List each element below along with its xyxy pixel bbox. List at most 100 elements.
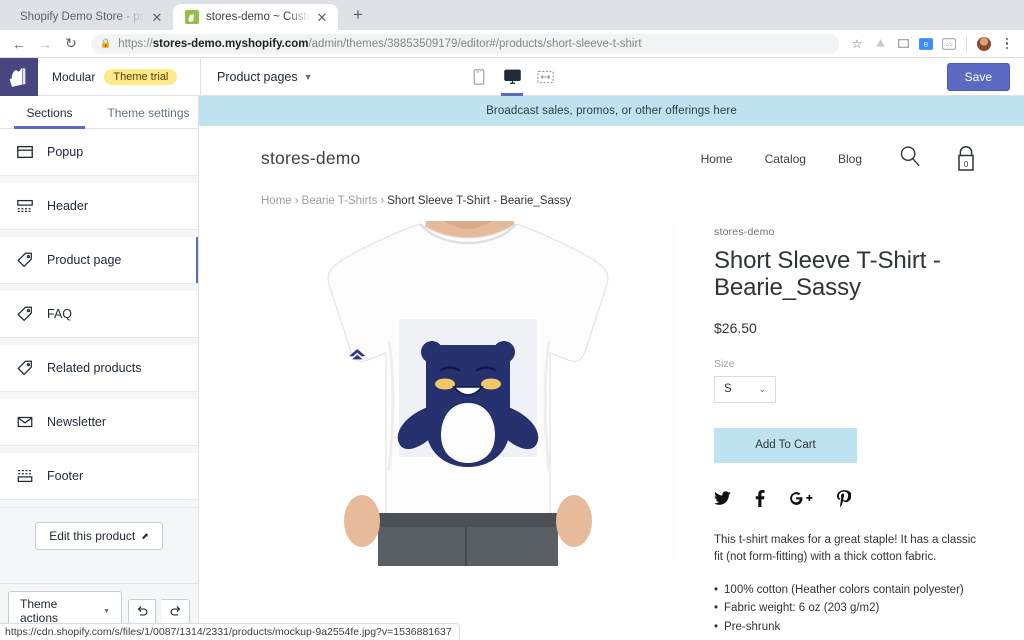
reload-button[interactable]: ↻ bbox=[58, 32, 84, 56]
list-item: 100% cotton (Heather colors contain poly… bbox=[714, 581, 978, 600]
kebab-menu-icon[interactable] bbox=[996, 33, 1018, 55]
toolbar-icon-group: ☆ B </> bbox=[846, 33, 1018, 55]
undo-button[interactable] bbox=[128, 598, 156, 624]
twitter-icon[interactable] bbox=[714, 491, 731, 511]
fullscreen-view-icon[interactable] bbox=[533, 58, 557, 96]
page-selector-label: Product pages bbox=[217, 69, 298, 84]
cart-icon[interactable]: 0 bbox=[954, 145, 978, 173]
cast-icon[interactable] bbox=[892, 33, 914, 55]
store-preview: Broadcast sales, promos, or other offeri… bbox=[199, 96, 1024, 638]
nav-link-blog[interactable]: Blog bbox=[838, 152, 862, 166]
add-to-cart-button[interactable]: Add To Cart bbox=[714, 427, 857, 463]
sections-list: Popup Header Product page FAQ Related pr… bbox=[0, 129, 198, 583]
avatar[interactable] bbox=[973, 33, 995, 55]
device-preview-group bbox=[467, 58, 557, 96]
product-thumbnails bbox=[261, 572, 676, 608]
forward-button[interactable]: → bbox=[32, 32, 58, 56]
tab-close-icon[interactable]: ✕ bbox=[149, 9, 165, 25]
desktop-view-icon[interactable] bbox=[500, 58, 524, 96]
product-description: This t-shirt makes for a great staple! I… bbox=[714, 533, 977, 563]
chevron-down-icon: ▼ bbox=[303, 71, 313, 82]
browser-toolbar: ← → ↻ 🔒 https://stores-demo.myshopify.co… bbox=[0, 30, 1024, 58]
edit-this-product-button[interactable]: Edit this product ⬈ bbox=[35, 522, 163, 550]
sidebar-item-footer[interactable]: Footer bbox=[0, 453, 198, 500]
caret-down-icon: ▼ bbox=[103, 607, 110, 615]
tag-icon bbox=[16, 251, 34, 269]
product-thumbnail[interactable] bbox=[371, 572, 471, 608]
breadcrumb-separator: › bbox=[294, 195, 299, 207]
status-bar-url: https://cdn.shopify.com/s/files/1/0087/1… bbox=[0, 623, 460, 640]
sidebar-item-label: Product page bbox=[47, 253, 122, 267]
pinterest-icon[interactable] bbox=[837, 489, 852, 512]
facebook-icon[interactable] bbox=[755, 489, 765, 512]
page-selector[interactable]: Product pages ▼ bbox=[201, 70, 329, 84]
theme-actions-label: Theme actions bbox=[20, 597, 59, 625]
browser-tab-2[interactable]: stores-demo ~ Customize ~ M ✕ bbox=[173, 4, 338, 30]
sidebar-tabs: Sections Theme settings bbox=[0, 96, 198, 129]
sidebar-item-label: Footer bbox=[47, 469, 84, 483]
product-layout: stores-demo Short Sleeve T-Shirt - Beari… bbox=[199, 207, 1024, 637]
store-block: Modular Theme trial bbox=[38, 57, 201, 96]
tab-close-icon[interactable]: ✕ bbox=[314, 9, 330, 25]
theme-trial-badge: Theme trial bbox=[104, 68, 178, 85]
tab-strip: Shopify Demo Store - print on ✕ stores-d… bbox=[0, 0, 1024, 30]
editor-body: Sections Theme settings Popup Header Pro… bbox=[0, 96, 1024, 638]
bookmark-star-icon[interactable]: ☆ bbox=[846, 33, 868, 55]
redo-button[interactable] bbox=[162, 598, 190, 624]
size-label: Size bbox=[714, 357, 735, 370]
tag-icon bbox=[16, 305, 34, 323]
mobile-view-icon[interactable] bbox=[467, 58, 491, 96]
tab-title: Shopify Demo Store - print on bbox=[20, 11, 145, 23]
sidebar-item-newsletter[interactable]: Newsletter bbox=[0, 399, 198, 446]
breadcrumb-home[interactable]: Home bbox=[261, 195, 292, 207]
edit-product-row: Edit this product ⬈ bbox=[0, 507, 198, 550]
url-domain: stores-demo.myshopify.com bbox=[152, 37, 309, 50]
size-value: S bbox=[724, 383, 732, 396]
nav-link-home[interactable]: Home bbox=[701, 152, 733, 166]
product-thumbnail[interactable] bbox=[261, 572, 361, 608]
edit-product-label: Edit this product bbox=[49, 529, 136, 543]
tag-icon bbox=[16, 359, 34, 377]
list-item: Pre-shrunk bbox=[714, 618, 978, 637]
address-bar[interactable]: 🔒 https://stores-demo.myshopify.com/admi… bbox=[91, 33, 839, 54]
size-select[interactable]: S ⌄ bbox=[714, 375, 776, 403]
breadcrumb-current: Short Sleeve T-Shirt - Bearie_Sassy bbox=[387, 195, 572, 207]
breadcrumb-collection[interactable]: Bearie T-Shirts bbox=[302, 195, 378, 207]
drive-icon[interactable] bbox=[869, 33, 891, 55]
header-icon bbox=[16, 197, 34, 215]
url-path: /admin/themes/38853509179/editor#/produc… bbox=[308, 37, 642, 50]
editor-sidebar: Sections Theme settings Popup Header Pro… bbox=[0, 96, 199, 638]
toolbar-divider bbox=[966, 36, 967, 51]
sidebar-item-label: Related products bbox=[47, 361, 142, 375]
url-scheme: https:// bbox=[118, 37, 153, 50]
back-button[interactable]: ← bbox=[6, 32, 32, 56]
tab-theme-settings[interactable]: Theme settings bbox=[99, 96, 198, 128]
sidebar-item-label: FAQ bbox=[47, 307, 73, 321]
save-button[interactable]: Save bbox=[946, 62, 1010, 91]
product-gallery bbox=[261, 221, 676, 637]
storefront-logo[interactable]: stores-demo bbox=[261, 148, 360, 169]
sidebar-item-faq[interactable]: FAQ bbox=[0, 291, 198, 338]
tab-sections[interactable]: Sections bbox=[0, 96, 99, 129]
sidebar-item-related-products[interactable]: Related products bbox=[0, 345, 198, 392]
sidebar-item-popup[interactable]: Popup bbox=[0, 129, 198, 176]
sidebar-item-label: Newsletter bbox=[47, 415, 107, 429]
code-icon[interactable]: </> bbox=[938, 33, 960, 55]
announcement-bar: Broadcast sales, promos, or other offeri… bbox=[199, 96, 1024, 126]
shopify-favicon bbox=[185, 10, 199, 24]
new-tab-button[interactable]: + bbox=[344, 1, 372, 29]
search-icon[interactable] bbox=[898, 144, 922, 173]
cart-count: 0 bbox=[963, 158, 969, 169]
bitwarden-icon[interactable]: B bbox=[915, 33, 937, 55]
breadcrumb: Home › Bearie T-Shirts › Short Sleeve T-Shir… bbox=[199, 189, 1024, 207]
external-link-icon: ⬈ bbox=[141, 530, 149, 541]
nav-link-catalog[interactable]: Catalog bbox=[765, 152, 806, 166]
google-plus-icon[interactable] bbox=[789, 491, 813, 511]
social-share-group bbox=[714, 489, 978, 512]
shopify-logo-icon[interactable] bbox=[0, 57, 38, 96]
product-main-image[interactable] bbox=[261, 221, 676, 566]
sidebar-item-header[interactable]: Header bbox=[0, 183, 198, 230]
sidebar-item-product-page[interactable]: Product page bbox=[0, 237, 198, 284]
product-info: stores-demo Short Sleeve T-Shirt - Beari… bbox=[714, 221, 978, 637]
browser-tab-1[interactable]: Shopify Demo Store - print on ✕ bbox=[8, 4, 173, 30]
